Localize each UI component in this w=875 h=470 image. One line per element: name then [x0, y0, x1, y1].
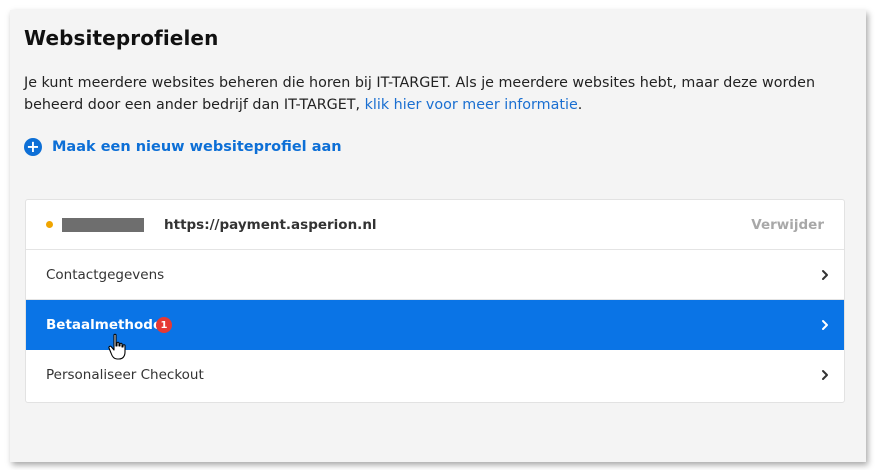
profile-url: https://payment.asperion.nl	[164, 216, 377, 233]
description-end: .	[577, 97, 583, 113]
more-info-link[interactable]: klik hier voor meer informatie	[365, 97, 578, 113]
delete-button[interactable]: Verwijder	[751, 217, 824, 233]
redacted-profile-name	[62, 217, 144, 232]
create-profile-label: Maak een nieuw websiteprofiel aan	[52, 139, 342, 155]
create-profile-link[interactable]: + Maak een nieuw websiteprofiel aan	[24, 138, 342, 156]
plus-circle-icon: +	[24, 138, 42, 156]
profile-header-row: https://payment.asperion.nl Verwijder	[26, 200, 844, 250]
notification-badge: 1	[156, 317, 172, 333]
page-description: Je kunt meerdere websites beheren die ho…	[24, 72, 854, 116]
status-dot	[46, 221, 53, 228]
nav-item-label: Personaliseer Checkout	[46, 367, 204, 383]
nav-item-personaliseer-checkout[interactable]: Personaliseer Checkout	[26, 350, 844, 400]
nav-item-contactgegevens[interactable]: Contactgegevens	[26, 250, 844, 300]
nav-item-label: Contactgegevens	[46, 266, 165, 283]
chevron-right-icon	[822, 320, 828, 330]
nav-item-betaalmethodes[interactable]: Betaalmethodes 1	[26, 300, 844, 350]
chevron-right-icon	[822, 370, 828, 380]
page-title: Websiteprofielen	[24, 26, 219, 50]
chevron-right-icon	[822, 269, 828, 280]
profile-card: https://payment.asperion.nl Verwijder Co…	[25, 199, 845, 403]
websiteprofiles-panel: Websiteprofielen Je kunt meerdere websit…	[10, 10, 866, 462]
nav-item-label: Betaalmethodes	[46, 317, 171, 333]
